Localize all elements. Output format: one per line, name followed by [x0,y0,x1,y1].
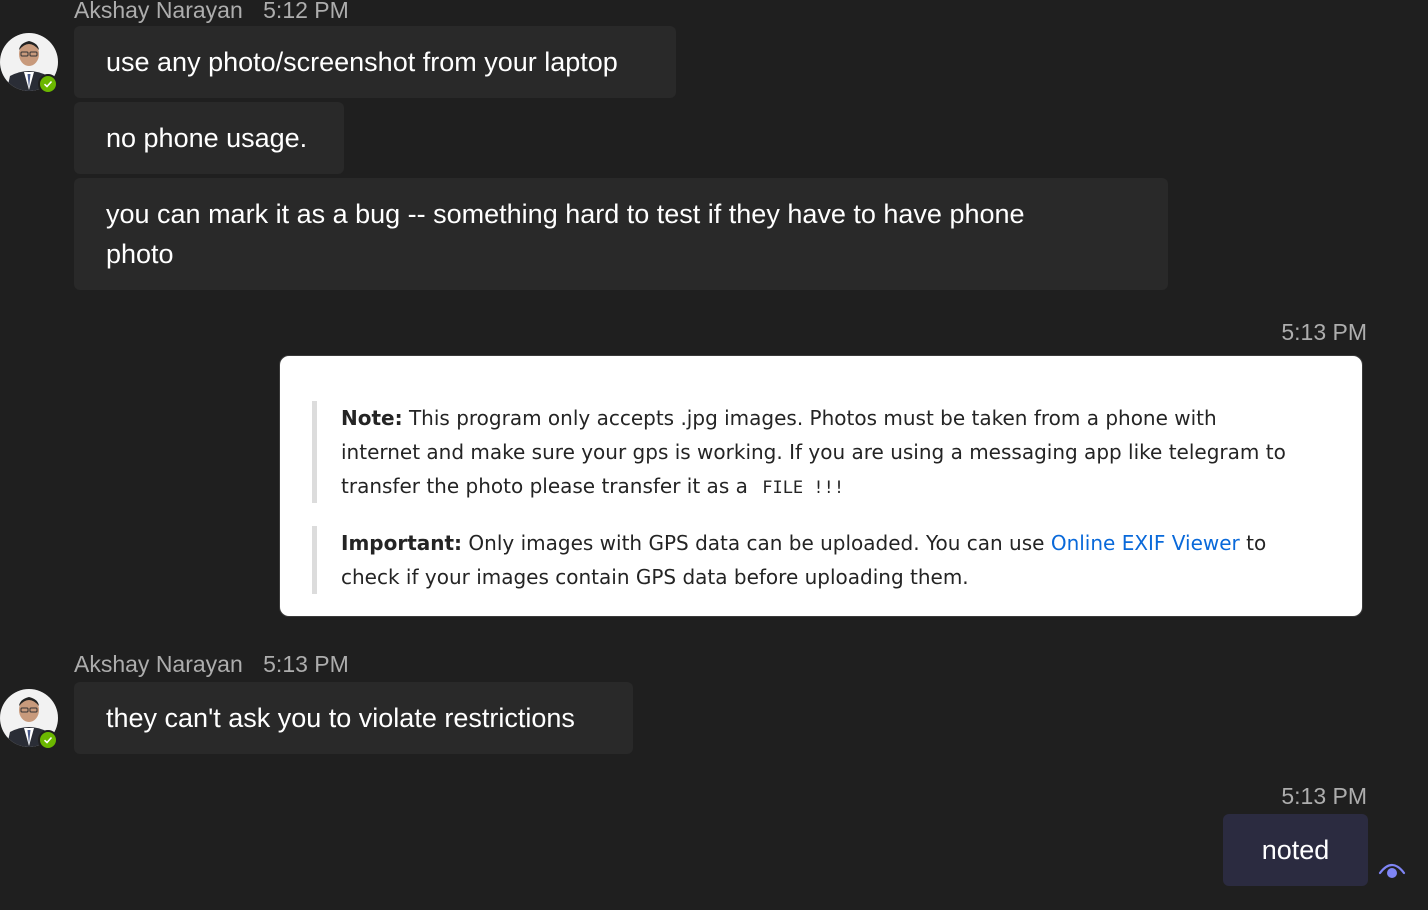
message-bubble[interactable]: you can mark it as a bug -- something ha… [74,178,1168,290]
important-label: Important: [341,531,463,555]
message-time: 5:12 PM [263,0,349,23]
important-text: Only images with GPS data can be uploade… [468,531,1045,555]
message-bubble[interactable]: no phone usage. [74,102,344,174]
seen-eye-icon [1378,858,1406,882]
message-time: 5:13 PM [1281,783,1367,809]
available-check-icon [38,730,58,750]
message-text: no phone usage. [106,123,308,153]
chat-view: Akshay Narayan 5:12 PM use any photo/scr… [0,0,1428,910]
sender-name[interactable]: Akshay Narayan [74,651,243,677]
message-header: Akshay Narayan 5:12 PM [74,0,349,24]
avatar[interactable] [0,686,58,750]
important-blockquote: Important: Only images with GPS data can… [312,526,1292,594]
note-blockquote: Note: This program only accepts .jpg ima… [312,401,1292,503]
message-time: 5:13 PM [263,651,349,677]
avatar[interactable] [0,30,58,94]
message-text: noted [1261,834,1330,865]
sender-name[interactable]: Akshay Narayan [74,0,243,23]
message-text: you can mark it as a bug -- something ha… [106,199,1025,269]
message-text: they can't ask you to violate restrictio… [106,703,575,733]
message-bubble[interactable]: they can't ask you to violate restrictio… [74,682,633,754]
shared-screenshot-image[interactable]: Note: This program only accepts .jpg ima… [279,355,1363,617]
message-bubble[interactable]: use any photo/screenshot from your lapto… [74,26,676,98]
note-label: Note: [341,406,403,430]
own-message-bubble[interactable]: noted [1223,814,1368,886]
message-time: 5:13 PM [1281,319,1367,345]
message-text: use any photo/screenshot from your lapto… [106,47,618,77]
exif-viewer-link: Online EXIF Viewer [1050,531,1240,555]
note-code: FILE !!! [762,478,845,498]
available-check-icon [38,74,58,94]
message-header: Akshay Narayan 5:13 PM [74,650,349,678]
